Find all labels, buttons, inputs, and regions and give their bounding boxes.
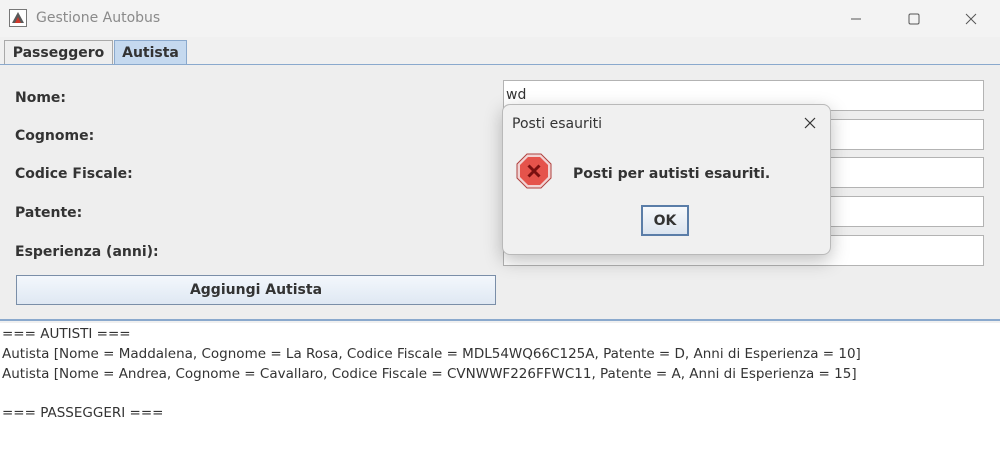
codice-fiscale-label: Codice Fiscale: xyxy=(15,166,133,182)
output-log-area[interactable]: === AUTISTI === Autista [Nome = Maddalen… xyxy=(0,323,1000,467)
tab-passeggero[interactable]: Passeggero xyxy=(4,40,113,64)
ok-button[interactable]: OK xyxy=(641,205,689,236)
java-app-icon xyxy=(9,9,27,27)
close-icon xyxy=(965,13,977,24)
dialog-close-button[interactable] xyxy=(800,113,820,133)
dialog-message: Posti per autisti esauriti. xyxy=(573,166,771,182)
esperienza-label: Esperienza (anni): xyxy=(15,244,159,260)
minimize-icon xyxy=(851,18,861,19)
aggiungi-autista-button[interactable]: Aggiungi Autista xyxy=(16,275,496,305)
tab-strip: Passeggero Autista xyxy=(0,37,1000,65)
log-line: Autista [Nome = Maddalena, Cognome = La … xyxy=(2,346,861,362)
log-line: === PASSEGGERI === xyxy=(2,405,164,421)
close-window-button[interactable] xyxy=(942,0,1000,37)
error-dialog: Posti esauriti Posti per autisti esaurit… xyxy=(502,104,831,255)
nome-label: Nome: xyxy=(15,90,67,106)
error-icon xyxy=(516,153,552,189)
dialog-title: Posti esauriti xyxy=(512,116,603,132)
cognome-label: Cognome: xyxy=(15,128,95,144)
patente-label: Patente: xyxy=(15,205,83,221)
tab-autista[interactable]: Autista xyxy=(114,40,187,64)
title-bar: Gestione Autobus xyxy=(0,0,1000,37)
minimize-button[interactable] xyxy=(827,0,885,37)
maximize-button[interactable] xyxy=(885,0,943,37)
maximize-icon xyxy=(908,13,920,24)
log-line: === AUTISTI === xyxy=(2,326,131,342)
log-line: Autista [Nome = Andrea, Cognome = Cavall… xyxy=(2,366,857,382)
close-icon xyxy=(804,117,816,129)
window-title: Gestione Autobus xyxy=(36,10,161,26)
